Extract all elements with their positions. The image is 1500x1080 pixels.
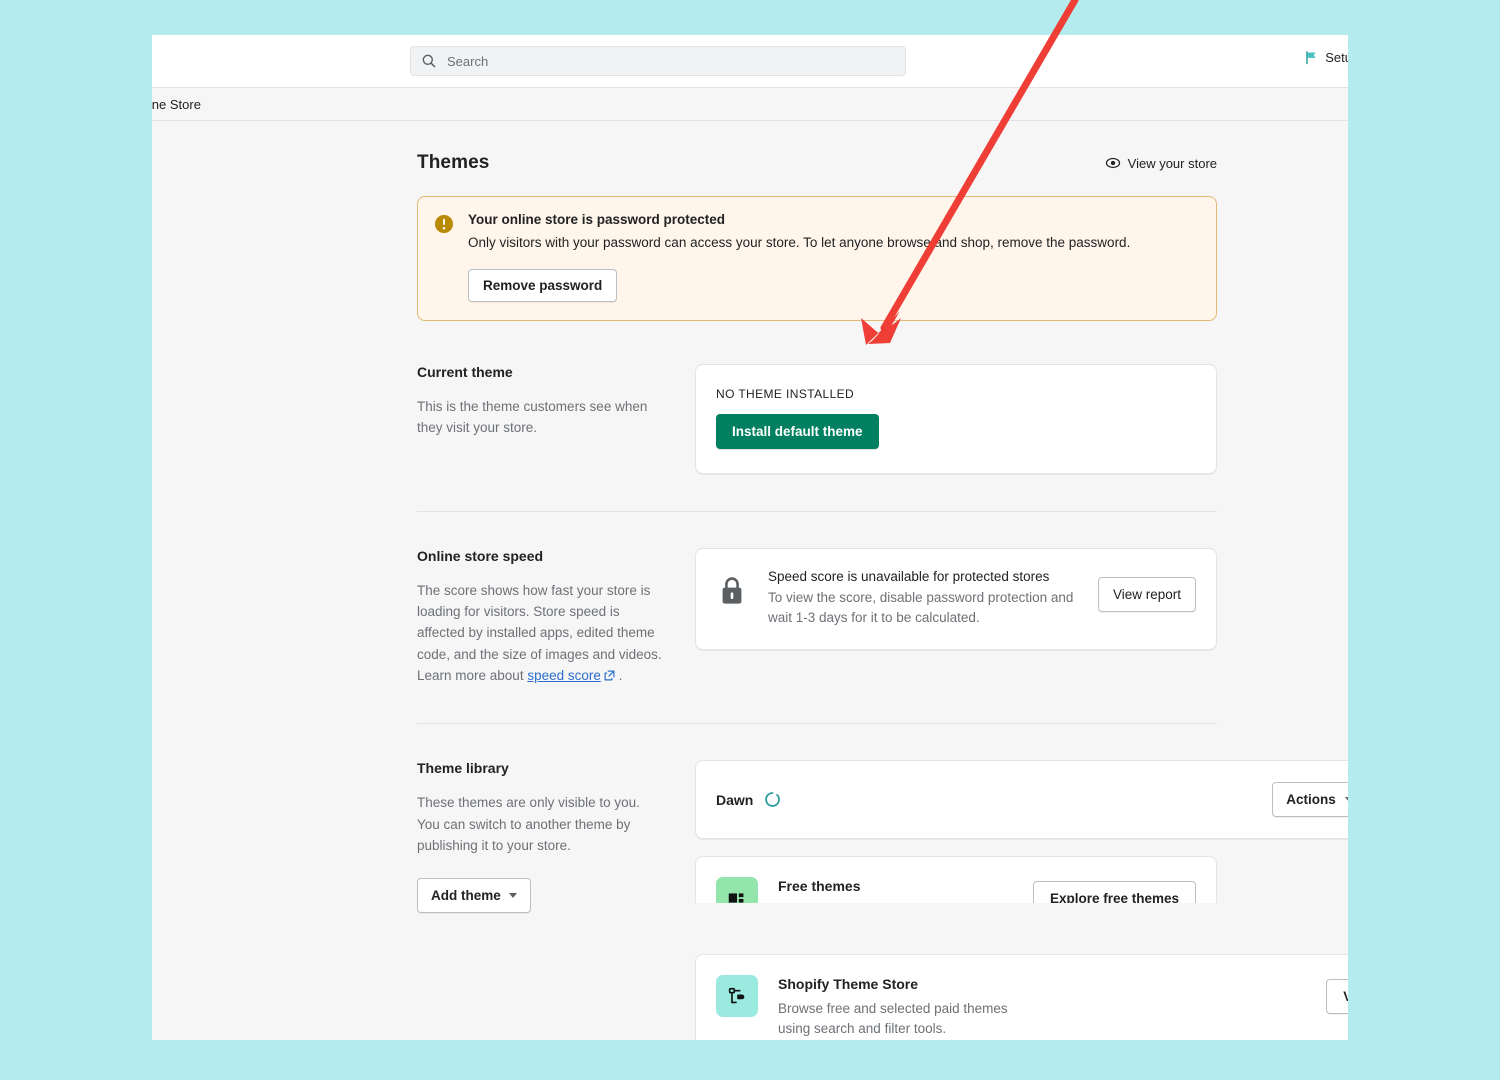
search-placeholder-text: Search bbox=[447, 53, 489, 69]
free-themes-icon bbox=[716, 877, 758, 904]
chevron-down-icon bbox=[1344, 797, 1348, 803]
view-report-button[interactable]: View report bbox=[1097, 576, 1196, 612]
speed-card-text: Speed score is unavailable for protected… bbox=[768, 569, 1076, 629]
theme-library-title: Theme library bbox=[417, 760, 509, 777]
setup-guide-link[interactable]: Setu bbox=[1304, 50, 1348, 65]
store-speed-section: Online store speed The score shows how f… bbox=[417, 547, 1217, 687]
divider-2 bbox=[417, 723, 1217, 725]
eye-icon bbox=[1105, 157, 1120, 169]
speed-score-link[interactable]: speed score bbox=[527, 668, 601, 683]
remove-password-button[interactable]: Remove password bbox=[468, 268, 618, 302]
page-header: Themes View your store bbox=[417, 152, 1217, 174]
store-speed-description-suffix: . bbox=[614, 667, 623, 683]
current-theme-description: This is the theme customers see when the… bbox=[417, 398, 648, 435]
external-link-icon bbox=[604, 670, 615, 681]
store-speed-description: The score shows how fast your store is l… bbox=[417, 580, 665, 687]
lock-icon bbox=[722, 576, 742, 604]
free-themes-card-clip: Free themes Explore free themes bbox=[695, 856, 1348, 904]
theme-row-actions: Actions Customize bbox=[1272, 782, 1348, 818]
promo-card-free-themes: Free themes Explore free themes bbox=[695, 856, 1217, 904]
free-themes-text: Free themes bbox=[778, 877, 1013, 901]
current-theme-card: NO THEME INSTALLED Install default theme bbox=[695, 363, 1217, 474]
theme-library-section: Theme library These themes are only visi… bbox=[417, 760, 1348, 1040]
search-icon bbox=[422, 54, 436, 68]
top-bar: Search Setu bbox=[152, 35, 1348, 88]
breadcrumb[interactable]: line Store bbox=[152, 88, 1348, 121]
explore-free-themes-button[interactable]: Explore free themes bbox=[1032, 881, 1196, 904]
current-theme-card-wrap: NO THEME INSTALLED Install default theme bbox=[695, 363, 1217, 474]
store-speed-card-wrap: Speed score is unavailable for protected… bbox=[695, 547, 1217, 687]
theme-actions-label: Actions bbox=[1286, 792, 1336, 808]
theme-library-description: These themes are only visible to you. Yo… bbox=[417, 795, 640, 853]
no-theme-installed-label: NO THEME INSTALLED bbox=[716, 386, 855, 401]
view-your-store-link[interactable]: View your store bbox=[1105, 155, 1217, 171]
theme-store-glyph bbox=[728, 988, 745, 1004]
add-theme-label: Add theme bbox=[431, 888, 501, 904]
divider bbox=[417, 510, 1217, 512]
theme-store-title: Shopify Theme Store bbox=[778, 976, 919, 993]
theme-store-icon bbox=[716, 975, 758, 1018]
theme-row-left: Dawn bbox=[716, 791, 781, 808]
content-column: Themes View your store Your online store… bbox=[417, 152, 1348, 1040]
view-your-store-label: View your store bbox=[1127, 155, 1217, 171]
page-title: Themes bbox=[417, 152, 490, 173]
current-theme-title: Current theme bbox=[417, 363, 513, 380]
visit-theme-store-button[interactable]: Visit Theme Store bbox=[1326, 979, 1348, 1015]
current-theme-info: Current theme This is the theme customer… bbox=[417, 364, 695, 474]
theme-actions-button[interactable]: Actions bbox=[1272, 782, 1348, 818]
store-speed-title: Online store speed bbox=[417, 547, 544, 564]
breadcrumb-label: line Store bbox=[152, 96, 201, 112]
banner-title: Your online store is password protected bbox=[468, 212, 726, 227]
setup-label: Setu bbox=[1325, 50, 1348, 65]
store-speed-info: Online store speed The score shows how f… bbox=[417, 548, 695, 687]
speed-score-card: Speed score is unavailable for protected… bbox=[695, 547, 1217, 650]
spinner-icon bbox=[765, 792, 781, 808]
promo-card-theme-store: Shopify Theme Store Browse free and sele… bbox=[695, 954, 1348, 1040]
theme-store-text: Shopify Theme Store Browse free and sele… bbox=[778, 975, 1306, 1040]
theme-library-cards: Dawn Actions Customize bbox=[695, 760, 1348, 1040]
banner-body: Only visitors with your password can acc… bbox=[468, 235, 1131, 250]
theme-name: Dawn bbox=[716, 791, 754, 808]
theme-row-dawn: Dawn Actions Customize bbox=[695, 760, 1348, 840]
alert-circle-icon bbox=[435, 215, 453, 233]
page-body: Themes View your store Your online store… bbox=[152, 121, 1348, 1040]
speed-card-body: To view the score, disable password prot… bbox=[768, 589, 1074, 626]
chevron-down-icon bbox=[508, 893, 517, 899]
theme-library-info: Theme library These themes are only visi… bbox=[417, 760, 695, 1040]
search-input[interactable]: Search bbox=[410, 46, 906, 76]
theme-store-description: Browse free and selected paid themes usi… bbox=[778, 1001, 1008, 1037]
install-default-theme-button[interactable]: Install default theme bbox=[716, 413, 879, 449]
current-theme-section: Current theme This is the theme customer… bbox=[417, 363, 1217, 474]
add-theme-button[interactable]: Add theme bbox=[417, 878, 531, 914]
flag-icon bbox=[1306, 51, 1316, 65]
speed-card-title: Speed score is unavailable for protected… bbox=[768, 568, 1050, 584]
password-protected-banner: Your online store is password protected … bbox=[417, 196, 1217, 321]
free-themes-title: Free themes bbox=[778, 878, 861, 895]
free-themes-glyph bbox=[728, 893, 744, 903]
app-window: Search Setu line Store Themes bbox=[152, 35, 1348, 1040]
